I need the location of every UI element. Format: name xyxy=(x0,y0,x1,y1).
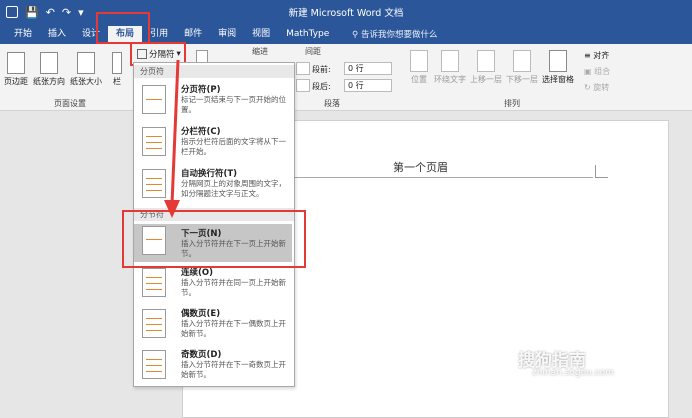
selection-pane-label: 选择窗格 xyxy=(542,75,574,84)
align-icon: ≡ xyxy=(584,51,591,60)
selection-pane-button[interactable]: 选择窗格 xyxy=(542,50,574,85)
indent-label: 缩进 xyxy=(252,47,268,56)
ribbon-tabs: 开始 插入 设计 布局 引用 邮件 审阅 视图 MathType xyxy=(6,26,337,42)
even-page-icon xyxy=(142,309,166,338)
wrap-text-label: 环绕文字 xyxy=(434,75,466,84)
space-before-label: 段前: xyxy=(312,65,331,74)
margins-button[interactable]: 页边距 xyxy=(4,52,28,87)
menu-item-desc: 分隔网页上的对象周围的文字，如分隔题注文字与正文。 xyxy=(181,179,286,198)
continuous-icon xyxy=(142,268,166,297)
section-head-page-breaks: 分页符 xyxy=(134,65,294,78)
group-button: ▣ 组合 xyxy=(584,66,610,77)
selection-pane-icon xyxy=(549,50,567,72)
menu-item-odd-page[interactable]: 奇数页(D) 插入分节符并在下一奇数页上开始新节。 xyxy=(134,348,292,384)
wrap-text-icon xyxy=(441,50,459,72)
columns-label: 栏 xyxy=(113,77,121,86)
rotate-label: 旋转 xyxy=(593,83,610,92)
highlight-next-page xyxy=(122,210,306,268)
space-before-field[interactable]: 0 行 xyxy=(344,62,392,75)
margin-corner-mark xyxy=(595,165,608,178)
orientation-label: 纸张方向 xyxy=(33,77,65,86)
menu-item-desc: 插入分节符并在下一偶数页上开始新节。 xyxy=(181,319,286,338)
watermark-url: zhinan.sogou.com xyxy=(532,368,614,378)
size-button[interactable]: 纸张大小 xyxy=(70,52,102,87)
align-label: 对齐 xyxy=(593,51,610,60)
bring-forward-label: 上移一层 xyxy=(470,75,502,84)
arrange-group-label: 排列 xyxy=(504,99,520,108)
tab-insert[interactable]: 插入 xyxy=(40,26,74,42)
send-backward-icon xyxy=(513,50,531,72)
columns-icon xyxy=(112,52,122,74)
indent-right-field[interactable] xyxy=(296,79,310,92)
menu-item-column-break[interactable]: 分栏符(C) 指示分栏符后面的文字将从下一栏开始。 xyxy=(134,125,292,161)
menu-item-title: 偶数页(E) xyxy=(181,309,221,319)
tab-home[interactable]: 开始 xyxy=(6,26,40,42)
menu-item-title: 奇数页(D) xyxy=(181,350,222,360)
space-after-label: 段后: xyxy=(312,82,331,91)
tab-mailings[interactable]: 邮件 xyxy=(176,26,210,42)
red-arrow-annotation xyxy=(164,59,180,218)
menu-item-text-wrapping-break[interactable]: 自动换行符(T) 分隔网页上的对象周围的文字，如分隔题注文字与正文。 xyxy=(134,167,292,203)
tab-review[interactable]: 审阅 xyxy=(210,26,244,42)
tab-view[interactable]: 视图 xyxy=(244,26,278,42)
menu-item-desc: 插入分节符并在同一页上开始新节。 xyxy=(181,278,286,297)
position-button: 位置 xyxy=(410,50,428,85)
odd-page-icon xyxy=(142,350,166,379)
spacing-label: 间距 xyxy=(305,47,321,56)
tell-me-search[interactable]: ⚲ 告诉我你想要做什么 xyxy=(352,28,437,40)
margins-label: 页边距 xyxy=(4,77,28,86)
indent-left-field[interactable] xyxy=(296,62,310,75)
menu-item-continuous[interactable]: 连续(O) 插入分节符并在同一页上开始新节。 xyxy=(134,266,292,302)
align-button[interactable]: ≡ 对齐 xyxy=(584,50,609,61)
group-label: 组合 xyxy=(594,67,611,76)
highlight-layout-tab xyxy=(96,12,150,44)
menu-item-desc: 指示分栏符后面的文字将从下一栏开始。 xyxy=(181,137,286,156)
bring-forward-icon xyxy=(477,50,495,72)
send-backward-button: 下移一层 xyxy=(506,50,538,85)
orientation-icon xyxy=(40,52,58,74)
size-icon xyxy=(77,52,95,74)
menu-item-desc: 插入分节符并在下一奇数页上开始新节。 xyxy=(181,360,286,379)
header-text[interactable]: 第一个页眉 xyxy=(393,159,448,175)
rotate-icon: ↻ xyxy=(584,83,591,92)
search-icon: ⚲ xyxy=(352,30,359,40)
page-setup-group-label: 页面设置 xyxy=(54,99,86,108)
margins-icon xyxy=(7,52,25,74)
rotate-button: ↻ 旋转 xyxy=(584,82,609,93)
menu-item-desc: 标记一页结束与下一页开始的位置。 xyxy=(181,95,286,114)
position-label: 位置 xyxy=(411,75,427,84)
tab-mathtype[interactable]: MathType xyxy=(278,26,337,42)
orientation-button[interactable]: 纸张方向 xyxy=(33,52,65,87)
position-icon xyxy=(410,50,428,72)
group-icon: ▣ xyxy=(584,67,592,76)
paragraph-group-label: 段落 xyxy=(324,99,340,108)
menu-item-page-break[interactable]: 分页符(P) 标记一页结束与下一页开始的位置。 xyxy=(134,83,292,119)
wrap-text-button: 环绕文字 xyxy=(434,50,466,85)
columns-button[interactable]: 栏 xyxy=(112,52,122,87)
tell-me-text: 告诉我你想要做什么 xyxy=(360,30,438,40)
send-backward-label: 下移一层 xyxy=(506,75,538,84)
menu-item-even-page[interactable]: 偶数页(E) 插入分节符并在下一偶数页上开始新节。 xyxy=(134,307,292,343)
space-after-field[interactable]: 0 行 xyxy=(344,79,392,92)
size-label: 纸张大小 xyxy=(70,77,102,86)
bring-forward-button: 上移一层 xyxy=(470,50,502,85)
